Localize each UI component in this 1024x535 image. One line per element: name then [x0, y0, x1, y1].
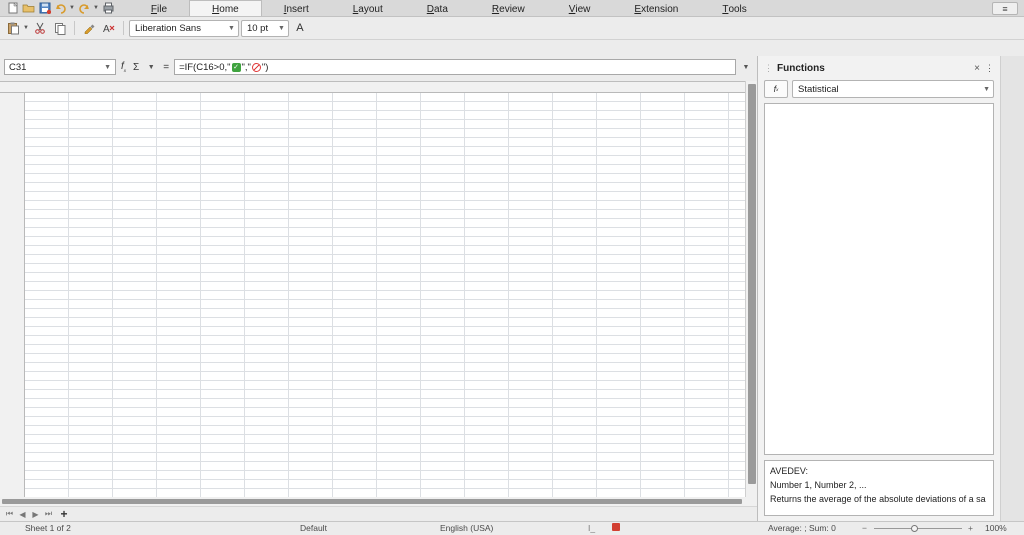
- horizontal-scrollbar[interactable]: [0, 497, 757, 506]
- language[interactable]: English (USA): [440, 523, 493, 533]
- open-icon[interactable]: [22, 2, 35, 15]
- font-name-combo[interactable]: Liberation Sans ▼: [129, 20, 239, 37]
- insert-mode-icon[interactable]: I_: [588, 523, 595, 533]
- function-description-text: Returns the average of the absolute devi…: [770, 492, 988, 506]
- spreadsheet-grid[interactable]: [0, 81, 745, 497]
- grid-handle-icon[interactable]: [18, 43, 30, 52]
- panel-menu-icon[interactable]: ⋮: [985, 63, 994, 74]
- tab-file[interactable]: File: [129, 0, 189, 16]
- sidebar-deck-tabs: [1000, 56, 1024, 521]
- font-size-combo[interactable]: 10 pt ▼: [241, 20, 289, 37]
- formula-bar: C31 ▼ fx Σ ▼ = =IF(C16>0,"✓"," ") ▼: [0, 56, 757, 78]
- chevron-down-icon: ▼: [274, 25, 285, 32]
- font-size-value: 10 pt: [247, 23, 268, 34]
- function-category-select[interactable]: Statistical ▼: [792, 80, 994, 98]
- formula-text-prefix: =IF(C16>0,": [179, 62, 230, 73]
- sum-icon[interactable]: Σ: [131, 62, 141, 73]
- paste-icon[interactable]: [4, 19, 22, 37]
- save-icon[interactable]: [38, 2, 51, 15]
- libreoffice-calc-window: ▼▼ FileHomeInsertLayoutDataReviewViewExt…: [0, 0, 1024, 535]
- tab-insert[interactable]: Insert: [262, 0, 331, 16]
- row-headers[interactable]: [0, 93, 25, 497]
- check-emoji-icon: ✓: [232, 63, 241, 72]
- expand-formula-bar-icon[interactable]: ▼: [739, 64, 753, 71]
- page-style[interactable]: Default: [300, 523, 327, 533]
- first-sheet-icon[interactable]: ⏮: [4, 509, 15, 519]
- cell-reference-box[interactable]: C31 ▼: [4, 59, 116, 75]
- next-sheet-icon[interactable]: ▶: [30, 510, 41, 519]
- insert-function-button[interactable]: fx: [764, 80, 788, 98]
- panel-grip-icon: ⋮: [764, 63, 773, 74]
- tab-data[interactable]: Data: [405, 0, 470, 16]
- sheet-info: Sheet 1 of 2: [25, 523, 71, 533]
- tab-view[interactable]: View: [547, 0, 613, 16]
- clone-formatting-icon[interactable]: [80, 19, 98, 37]
- vertical-scrollbar-thumb[interactable]: [748, 84, 756, 484]
- selected-category: Statistical: [798, 84, 839, 95]
- menu-tabs: FileHomeInsertLayoutDataReviewViewExtens…: [129, 0, 992, 16]
- paste-dropdown-icon[interactable]: ▼: [23, 25, 29, 31]
- sidebar-functions-panel: ⋮ Functions × ⋮ fx Statistical ▼ AVEDEV:…: [757, 56, 1024, 521]
- main-toolbar: ▼ A Liberation Sans ▼ 10 pt ▼ A: [0, 17, 1024, 40]
- grow-font-button[interactable]: A: [291, 19, 309, 37]
- separator: [74, 21, 75, 35]
- vertical-scrollbar[interactable]: [745, 81, 757, 497]
- function-wizard-icon[interactable]: fx: [119, 61, 128, 73]
- cell-reference: C31: [9, 62, 26, 73]
- tab-review[interactable]: Review: [470, 0, 547, 16]
- menu-tab-bar: ▼▼ FileHomeInsertLayoutDataReviewViewExt…: [0, 0, 1024, 17]
- tab-tools[interactable]: Tools: [700, 0, 768, 16]
- tab-home[interactable]: Home: [189, 0, 262, 16]
- zoom-slider-knob[interactable]: [911, 525, 918, 532]
- redo-dropdown-icon[interactable]: ▼: [93, 5, 99, 11]
- zoom-slider[interactable]: [874, 528, 962, 529]
- cells-area[interactable]: [25, 93, 745, 497]
- font-name-value: Liberation Sans: [135, 23, 201, 34]
- quick-toolbar: ▼▼: [0, 0, 121, 16]
- panel-title: Functions: [777, 63, 969, 74]
- separator: [123, 21, 124, 35]
- zoom-out-icon[interactable]: −: [862, 523, 867, 533]
- chevron-down-icon[interactable]: ▼: [104, 64, 111, 71]
- zoom-level[interactable]: 100%: [985, 523, 1007, 533]
- print-icon[interactable]: [102, 2, 115, 15]
- status-bar: Sheet 1 of 2 Default English (USA) I_ Av…: [0, 521, 1024, 535]
- chevron-down-icon: ▼: [224, 25, 235, 32]
- horizontal-scrollbar-thumb[interactable]: [2, 499, 742, 504]
- new-document-icon[interactable]: [6, 2, 19, 15]
- function-description: AVEDEV: Number 1, Number 2, ... Returns …: [764, 460, 994, 516]
- sheet-tab-bar: ⏮ ◀ ▶ ⏭ +: [0, 506, 757, 521]
- close-panel-icon[interactable]: ×: [969, 63, 985, 74]
- zoom-in-icon[interactable]: +: [968, 523, 973, 533]
- no-entry-emoji-icon: [252, 63, 261, 72]
- function-description-signature: Number 1, Number 2, ...: [770, 478, 988, 492]
- selection-stats[interactable]: Average: ; Sum: 0: [768, 523, 836, 533]
- hamburger-menu-button[interactable]: ≡: [992, 2, 1018, 15]
- toolbar-subrow: [0, 40, 757, 56]
- last-sheet-icon[interactable]: ⏭: [43, 509, 54, 519]
- tab-layout[interactable]: Layout: [331, 0, 405, 16]
- add-sheet-button[interactable]: +: [56, 507, 72, 521]
- column-headers[interactable]: [0, 82, 745, 93]
- formula-text-suffix: "): [262, 62, 269, 73]
- tab-extension[interactable]: Extension: [612, 0, 700, 16]
- redo-icon[interactable]: [78, 2, 91, 15]
- clear-formatting-icon[interactable]: A: [100, 19, 118, 37]
- function-description-name: AVEDEV:: [770, 464, 988, 478]
- equals-icon[interactable]: =: [161, 62, 171, 73]
- undo-dropdown-icon[interactable]: ▼: [69, 5, 75, 11]
- formula-text-mid: ",": [242, 62, 251, 73]
- formula-input[interactable]: =IF(C16>0,"✓"," "): [174, 59, 736, 75]
- chevron-down-icon: ▼: [979, 86, 990, 93]
- unsaved-changes-icon[interactable]: [612, 523, 620, 533]
- copy-icon[interactable]: [51, 19, 69, 37]
- sum-dropdown-icon[interactable]: ▼: [144, 64, 158, 71]
- previous-sheet-icon[interactable]: ◀: [17, 510, 28, 519]
- function-list[interactable]: [764, 103, 994, 455]
- undo-icon[interactable]: [54, 2, 67, 15]
- svg-text:A: A: [103, 24, 110, 34]
- cut-icon[interactable]: [31, 19, 49, 37]
